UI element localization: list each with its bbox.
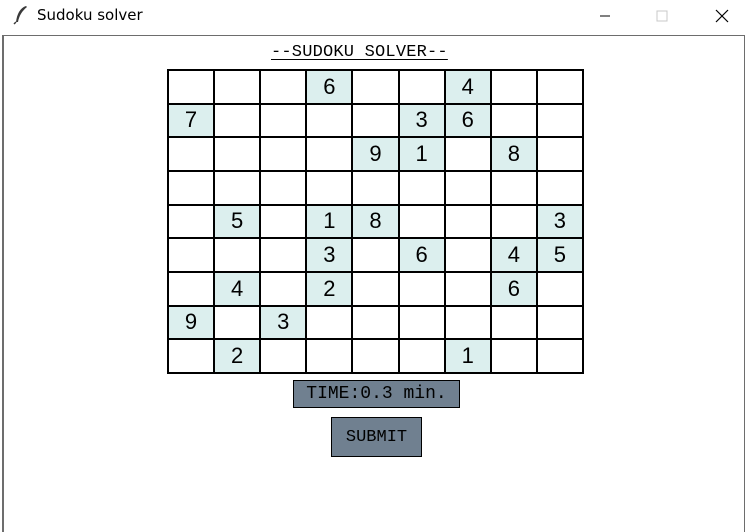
- sudoku-cell[interactable]: 2: [215, 340, 260, 372]
- sudoku-cell[interactable]: [491, 104, 536, 137]
- sudoku-cell[interactable]: [307, 340, 352, 372]
- sudoku-cell[interactable]: [169, 239, 214, 271]
- sudoku-cell[interactable]: 5: [537, 239, 582, 271]
- close-button[interactable]: [699, 0, 745, 31]
- sudoku-cell[interactable]: 6: [445, 104, 490, 137]
- feather-icon: [12, 5, 30, 25]
- sudoku-cell[interactable]: 6: [491, 272, 536, 305]
- sudoku-cell[interactable]: [445, 138, 490, 170]
- sudoku-cell[interactable]: 7: [169, 104, 214, 137]
- sudoku-cell[interactable]: [215, 138, 260, 170]
- sudoku-cell[interactable]: [445, 239, 490, 271]
- sudoku-cell[interactable]: [491, 340, 536, 372]
- sudoku-cell[interactable]: [491, 71, 536, 103]
- sudoku-cell[interactable]: [537, 272, 582, 305]
- sudoku-cell[interactable]: [307, 171, 352, 204]
- sudoku-cell[interactable]: 1: [399, 138, 444, 170]
- page-title: --SUDOKU SOLVER--: [271, 43, 448, 62]
- sudoku-cell[interactable]: 9: [353, 138, 398, 170]
- sudoku-cell[interactable]: 8: [491, 138, 536, 170]
- sudoku-cell[interactable]: [261, 71, 306, 103]
- sudoku-cell[interactable]: [537, 171, 582, 204]
- sudoku-cell[interactable]: [261, 138, 306, 170]
- sudoku-cell[interactable]: [215, 71, 260, 103]
- sudoku-cell[interactable]: [353, 340, 398, 372]
- sudoku-cell[interactable]: [307, 104, 352, 137]
- sudoku-cell[interactable]: [537, 340, 582, 372]
- sudoku-cell[interactable]: 2: [307, 272, 352, 305]
- sudoku-cell[interactable]: [537, 306, 582, 339]
- sudoku-cell[interactable]: [169, 138, 214, 170]
- sudoku-cell[interactable]: [353, 171, 398, 204]
- sudoku-cell[interactable]: [261, 104, 306, 137]
- minimize-icon: [599, 10, 611, 22]
- sudoku-cell[interactable]: [353, 71, 398, 103]
- sudoku-cell[interactable]: [399, 205, 444, 238]
- sudoku-cell[interactable]: [445, 272, 490, 305]
- sudoku-cell[interactable]: 3: [261, 306, 306, 339]
- sudoku-cell[interactable]: [399, 272, 444, 305]
- title-bar: Sudoku solver: [0, 0, 747, 31]
- sudoku-cell[interactable]: 5: [215, 205, 260, 238]
- sudoku-cell[interactable]: [215, 104, 260, 137]
- sudoku-cell[interactable]: [399, 340, 444, 372]
- sudoku-cell[interactable]: [169, 71, 214, 103]
- sudoku-cell[interactable]: [169, 340, 214, 372]
- sudoku-cell[interactable]: 3: [307, 239, 352, 271]
- close-icon: [715, 9, 729, 23]
- sudoku-cell[interactable]: [537, 71, 582, 103]
- sudoku-cell[interactable]: 4: [215, 272, 260, 305]
- sudoku-cell[interactable]: [261, 340, 306, 372]
- sudoku-cell[interactable]: [169, 171, 214, 204]
- sudoku-cell[interactable]: [399, 171, 444, 204]
- sudoku-cell[interactable]: 6: [399, 239, 444, 271]
- window-title: Sudoku solver: [37, 6, 143, 24]
- sudoku-cell[interactable]: 3: [399, 104, 444, 137]
- sudoku-cell[interactable]: [445, 171, 490, 204]
- sudoku-cell[interactable]: 9: [169, 306, 214, 339]
- sudoku-cell[interactable]: [215, 239, 260, 271]
- sudoku-cell[interactable]: 6: [307, 71, 352, 103]
- sudoku-cell[interactable]: [491, 306, 536, 339]
- sudoku-cell[interactable]: [353, 306, 398, 339]
- sudoku-cell[interactable]: [261, 171, 306, 204]
- sudoku-cell[interactable]: [169, 272, 214, 305]
- sudoku-cell[interactable]: [537, 138, 582, 170]
- sudoku-cell[interactable]: [399, 306, 444, 339]
- sudoku-cell[interactable]: [353, 272, 398, 305]
- sudoku-cell[interactable]: [445, 205, 490, 238]
- sudoku-cell[interactable]: [353, 239, 398, 271]
- sudoku-cell[interactable]: 4: [445, 71, 490, 103]
- sudoku-cell[interactable]: [215, 171, 260, 204]
- sudoku-cell[interactable]: 8: [353, 205, 398, 238]
- sudoku-cell[interactable]: [491, 205, 536, 238]
- sudoku-cell[interactable]: 3: [537, 205, 582, 238]
- sudoku-cell[interactable]: [215, 306, 260, 339]
- sudoku-cell[interactable]: [537, 104, 582, 137]
- submit-button[interactable]: SUBMIT: [331, 417, 422, 457]
- sudoku-cell[interactable]: 1: [445, 340, 490, 372]
- sudoku-cell[interactable]: [399, 71, 444, 103]
- sudoku-cell[interactable]: [261, 239, 306, 271]
- sudoku-cell[interactable]: [307, 306, 352, 339]
- sudoku-cell[interactable]: [353, 104, 398, 137]
- sudoku-cell[interactable]: [445, 306, 490, 339]
- sudoku-cell[interactable]: 4: [491, 239, 536, 271]
- sudoku-cell[interactable]: [307, 138, 352, 170]
- sudoku-cell[interactable]: [491, 171, 536, 204]
- maximize-icon: [656, 10, 668, 22]
- maximize-button[interactable]: [639, 0, 685, 31]
- sudoku-cell[interactable]: [261, 205, 306, 238]
- timer-display: TIME:0.3 min.: [293, 380, 460, 408]
- sudoku-cell[interactable]: [261, 272, 306, 305]
- sudoku-grid: 64736918518336454269321: [167, 69, 584, 374]
- minimize-button[interactable]: [582, 0, 628, 31]
- sudoku-cell[interactable]: [169, 205, 214, 238]
- sudoku-cell[interactable]: 1: [307, 205, 352, 238]
